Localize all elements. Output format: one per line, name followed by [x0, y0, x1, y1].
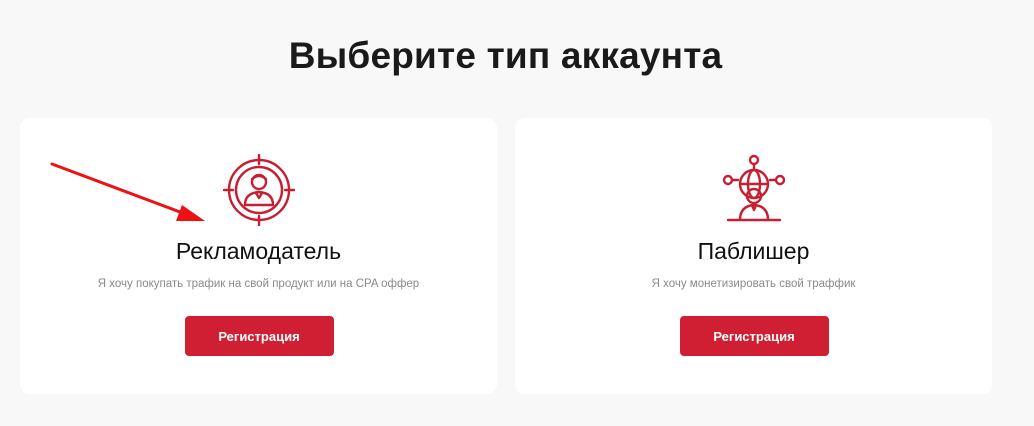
card-title: Паблишер [697, 238, 810, 264]
advertiser-card[interactable]: Рекламодатель Я хочу покупать трафик на … [20, 118, 497, 394]
target-person-icon [222, 154, 295, 226]
page-title: Выберите тип аккаунта [288, 35, 723, 76]
card-description: Я хочу покупать трафик на свой продукт и… [97, 278, 420, 290]
card-description: Я хочу монетизировать свой траффик [651, 278, 856, 290]
publisher-register-button[interactable]: Регистрация [679, 316, 829, 356]
advertiser-register-button[interactable]: Регистрация [184, 316, 334, 356]
card-title: Рекламодатель [175, 238, 342, 264]
globe-network-person-icon [722, 154, 785, 222]
publisher-card[interactable]: Паблишер Я хочу монетизировать свой траф… [515, 118, 992, 394]
